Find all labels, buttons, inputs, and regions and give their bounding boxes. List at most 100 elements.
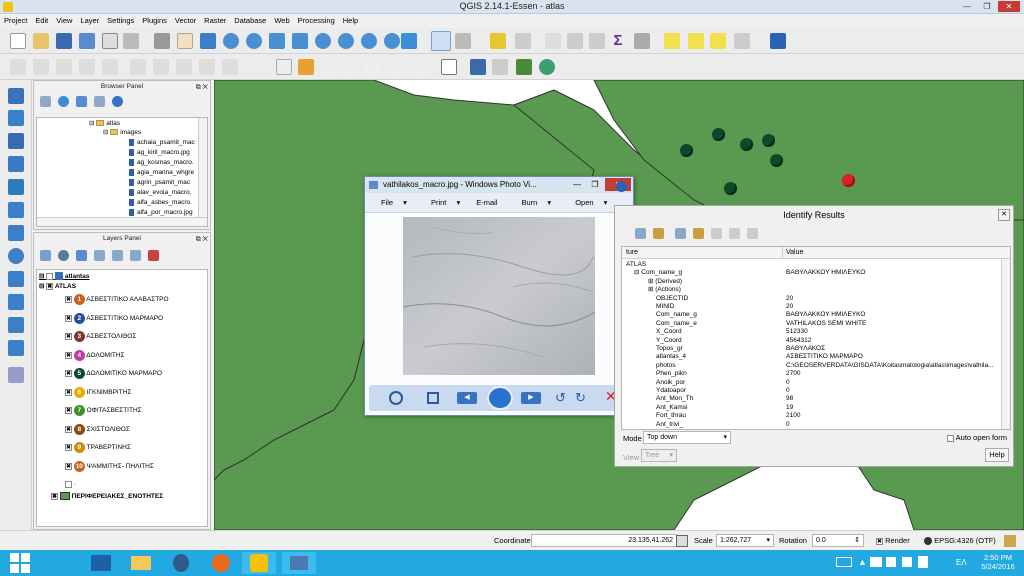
menu-print[interactable]: Print ▾: [415, 193, 468, 213]
pin-labels-icon[interactable]: [320, 59, 336, 75]
layer-regions[interactable]: ✖ ΠΕΡΙΦΕΡΕΙΑΚΕΣ_ΕΝΟΤΗΤΕΣ: [51, 492, 163, 501]
toggle-editing-icon[interactable]: [33, 59, 49, 75]
zoom-in-icon[interactable]: [223, 33, 239, 49]
minimize-button[interactable]: —: [958, 1, 976, 12]
menu-burn[interactable]: Burn ▾: [506, 193, 560, 213]
restore-button[interactable]: ❐: [978, 1, 996, 12]
language-indicator[interactable]: ΕΛ: [956, 558, 967, 567]
checkbox[interactable]: ✖: [876, 537, 883, 545]
statistics-icon[interactable]: Σ: [610, 33, 626, 49]
layer-checkbox[interactable]: ✖: [65, 444, 72, 451]
add-postgis-layer-icon[interactable]: [8, 133, 24, 149]
tree-item-file[interactable]: achaia_psamit_mac: [129, 138, 195, 147]
collapse-all-icon[interactable]: [94, 96, 105, 107]
zoom-full-icon[interactable]: [292, 33, 308, 49]
layer-legend-item[interactable]: ✖ 3 ΑΣΒΕΣΤΟΛΙΘΟΣ: [65, 331, 136, 342]
add-oracle-layer-icon[interactable]: [8, 202, 24, 218]
layer-item-empty[interactable]: ·: [65, 480, 76, 489]
save-edits-icon[interactable]: [56, 59, 72, 75]
add-wfs-layer-icon[interactable]: [8, 271, 24, 287]
move-feature-icon[interactable]: [102, 59, 118, 75]
deselect-icon[interactable]: [545, 33, 561, 49]
browser-tree[interactable]: ⊟ atlas ⊟ images achaia_psamit_mac ag_ki…: [36, 117, 208, 227]
tree-item-file[interactable]: alfa_asbes_macro.: [129, 198, 192, 207]
copy-feature-icon[interactable]: [711, 228, 722, 239]
map-point-marker[interactable]: [762, 134, 775, 147]
menu-file[interactable]: File ▾: [365, 193, 415, 213]
firefox-icon[interactable]: [204, 552, 238, 574]
tree-item-file[interactable]: ag_kosmas_macro.: [129, 158, 194, 167]
auto-open-checkbox[interactable]: Auto open form: [947, 433, 1007, 442]
layer-checkbox[interactable]: ✖: [65, 462, 72, 470]
show-bookmarks-icon[interactable]: [710, 33, 726, 49]
layer-checkbox[interactable]: ✖: [65, 407, 72, 414]
crs-status[interactable]: EPSG:4326 (OTF): [924, 536, 996, 546]
attribute-table-icon[interactable]: [567, 33, 583, 49]
measure-icon[interactable]: [634, 33, 650, 49]
clear-results-icon[interactable]: [693, 228, 704, 239]
layer-checkbox[interactable]: ✖: [65, 370, 72, 377]
map-point-selected[interactable]: [842, 174, 855, 187]
scale-field[interactable]: 1:262,727 ▾: [716, 534, 774, 547]
add-spatialite-layer-icon[interactable]: [8, 156, 24, 172]
pan-to-selection-icon[interactable]: [200, 33, 216, 49]
highlight-pinned-icon[interactable]: [342, 59, 358, 75]
zoom-last-icon[interactable]: [361, 33, 377, 49]
zoom-out-icon[interactable]: [246, 33, 262, 49]
expand-icon[interactable]: ⊟: [89, 120, 94, 127]
field-calculator-icon[interactable]: [589, 33, 605, 49]
add-delimited-layer-icon[interactable]: [8, 294, 24, 310]
layer-checkbox[interactable]: ✖: [65, 296, 72, 303]
layer-checkbox[interactable]: ✖: [46, 282, 54, 290]
help-button[interactable]: Help: [985, 448, 1009, 462]
layer-checkbox[interactable]: ✖: [65, 314, 72, 322]
print-results-icon[interactable]: [729, 228, 740, 239]
file-explorer-icon[interactable]: [124, 552, 158, 574]
layer-checkbox[interactable]: ✖: [65, 425, 72, 433]
open-project-icon[interactable]: [33, 33, 49, 49]
menu-database[interactable]: Database: [230, 14, 270, 28]
layer-legend-item[interactable]: ✖ 8 ΣΧΙΣΤΟΛΙΘΟΣ: [65, 423, 130, 435]
virtual-layer-icon[interactable]: [8, 367, 24, 383]
refresh-browser-icon[interactable]: [58, 96, 69, 107]
layer-legend-item[interactable]: ✖ 2 ΑΣΒΕΣΤΙΤΙΚΟ ΜΑΡΜΑΡΟ: [65, 312, 163, 324]
layers-tree[interactable]: ⊟ atlantas ⊟ ✖ ATLAS ✖ 1 ΑΣΒΕΣΤΙΤΙΚΟ ΑΛΑ…: [36, 269, 208, 527]
change-label-icon[interactable]: [414, 59, 430, 75]
layer-checkbox[interactable]: [65, 480, 72, 488]
keyboard-icon[interactable]: [836, 557, 852, 567]
menu-edit[interactable]: Edit: [31, 14, 52, 28]
map-point-marker[interactable]: [724, 182, 737, 195]
composer-manager-icon[interactable]: [123, 33, 139, 49]
collapse-icon[interactable]: ⊟: [39, 283, 44, 290]
network-icon[interactable]: [870, 557, 882, 567]
new-project-icon[interactable]: [10, 33, 26, 49]
menu-layer[interactable]: Layer: [76, 14, 103, 28]
layer-legend-item[interactable]: ✖ 5 ΔΟΛΟΜΙΤΙΚΟ ΜΑΡΜΑΡΟ: [65, 368, 162, 379]
vertical-scrollbar[interactable]: [198, 118, 207, 218]
menu-open[interactable]: Open ▾: [559, 193, 615, 213]
menu-help[interactable]: Help: [339, 14, 362, 28]
rotate-label-icon[interactable]: [386, 59, 402, 75]
powershell-icon[interactable]: [84, 552, 118, 574]
messages-icon[interactable]: [1004, 535, 1016, 547]
identify-icon[interactable]: [431, 31, 451, 51]
menu-project[interactable]: Project: [0, 14, 31, 28]
view-select[interactable]: Tree ▾: [641, 449, 677, 462]
touch-zoom-icon[interactable]: [154, 33, 170, 49]
panel-float-close-icon[interactable]: ⧉ ✕: [196, 234, 208, 245]
layer-checkbox[interactable]: ✖: [65, 333, 72, 340]
map-point-marker[interactable]: [680, 144, 693, 157]
previous-icon[interactable]: ◀: [457, 392, 477, 404]
photo-viewer-taskbar-icon[interactable]: [282, 552, 316, 574]
zoom-layer-icon[interactable]: [338, 33, 354, 49]
qgis-taskbar-icon[interactable]: [242, 552, 276, 574]
tree-item-file[interactable]: alfa_por_macro.jpg: [129, 208, 193, 217]
maximize-button[interactable]: ❐: [587, 177, 603, 193]
menu-email[interactable]: E-mail: [468, 193, 505, 213]
help-icon[interactable]: [770, 33, 786, 49]
node-tool-icon[interactable]: [130, 59, 146, 75]
toggle-extents-icon[interactable]: [676, 535, 688, 547]
pgadmin-icon[interactable]: [164, 552, 198, 574]
expand-new-icon[interactable]: [675, 228, 686, 239]
layer-legend-item[interactable]: ✖ 10 ΨΑΜΜΙΤΗΣ- ΠΗΛΙΤΗΣ: [65, 460, 154, 472]
